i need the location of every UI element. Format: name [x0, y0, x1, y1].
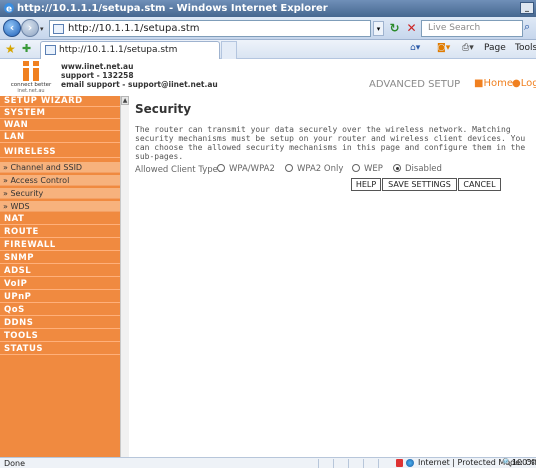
- status-segment: [318, 459, 332, 468]
- sidebar: SETUP WIZARD SYSTEM WAN LAN WIRELESS » C…: [0, 96, 120, 457]
- status-segment: [348, 459, 362, 468]
- status-segment: [333, 459, 347, 468]
- router-header: connect better inet.net.au www.iinet.net…: [0, 59, 536, 95]
- help-button[interactable]: HELP: [351, 178, 381, 191]
- tab-label: http://10.1.1.1/setupa.stm: [59, 45, 178, 55]
- new-tab-button[interactable]: [221, 41, 237, 59]
- sidebar-item-firewall[interactable]: FIREWALL: [0, 240, 120, 251]
- tab-page-icon: [45, 45, 56, 55]
- add-favorites-icon[interactable]: ✚: [22, 42, 31, 55]
- sidebar-item-nat[interactable]: NAT: [0, 214, 120, 225]
- ie-icon: e: [4, 3, 14, 15]
- sidebar-item-tools[interactable]: TOOLS: [0, 331, 120, 342]
- refresh-icon[interactable]: ↻: [387, 21, 402, 36]
- sidebar-item-qos[interactable]: QoS: [0, 305, 120, 316]
- address-bar: ‹ › ▾ http://10.1.1.1/setupa.stm ▾ ↻ ✕ L…: [0, 17, 536, 40]
- radio-wpa-wpa2[interactable]: WPA/WPA2: [217, 164, 275, 174]
- radio-wpa2-only-label: WPA2 Only: [297, 164, 344, 174]
- sidebar-item-system[interactable]: SYSTEM: [0, 108, 120, 119]
- allowed-client-type-label: Allowed Client Type:: [135, 165, 221, 175]
- search-icon[interactable]: ⌕: [524, 20, 536, 37]
- sidebar-subitem-access-control[interactable]: » Access Control: [0, 175, 120, 186]
- favorites-bar: ★ ✚ http://10.1.1.1/setupa.stm ⌂▾ ◙▾ ⎙▾ …: [0, 40, 536, 59]
- radio-wep-circle[interactable]: [352, 164, 360, 172]
- contact-site: www.iinet.net.au: [61, 62, 134, 71]
- iinet-logo-mark-icon: [21, 61, 41, 81]
- home-link-label: Home: [483, 78, 513, 89]
- logout-link[interactable]: ●Logout: [512, 78, 536, 89]
- radio-wpa2-only[interactable]: WPA2 Only: [285, 164, 343, 174]
- page-title: Security: [135, 102, 192, 116]
- url-dropdown-button[interactable]: ▾: [373, 21, 384, 36]
- sidebar-item-upnp[interactable]: UPnP: [0, 292, 120, 303]
- status-text: Done: [4, 459, 26, 468]
- home-link[interactable]: ■Home: [474, 78, 513, 89]
- feeds-icon[interactable]: ◙▾: [437, 43, 450, 53]
- minimize-button[interactable]: _: [520, 2, 534, 14]
- sidebar-item-adsl[interactable]: ADSL: [0, 266, 120, 277]
- window-title-bar: e http://10.1.1.1/setupa.stm - Windows I…: [0, 0, 536, 17]
- status-bar: Done Internet | Protected Mode: Off 🔍100…: [0, 457, 536, 468]
- status-segment: [363, 459, 377, 468]
- sidebar-subitem-security[interactable]: » Security: [0, 188, 120, 199]
- iinet-logo: connect better inet.net.au: [5, 61, 57, 95]
- contact-info: www.iinet.net.au support - 132258 email …: [61, 62, 218, 89]
- sidebar-item-setup-wizard[interactable]: SETUP WIZARD: [0, 96, 120, 107]
- cancel-button[interactable]: CANCEL: [458, 178, 501, 191]
- advanced-setup-label: ADVANCED SETUP: [369, 79, 461, 90]
- back-button[interactable]: ‹: [3, 19, 21, 37]
- history-dropdown-icon[interactable]: ▾: [40, 25, 44, 33]
- radio-wep[interactable]: WEP: [352, 164, 383, 174]
- contact-email: email support - support@iinet.net.au: [61, 80, 218, 89]
- status-segment: [378, 459, 392, 468]
- url-text: http://10.1.1.1/setupa.stm: [68, 23, 200, 34]
- content-scrollbar[interactable]: ▲: [120, 96, 129, 457]
- scroll-up-arrow-icon[interactable]: ▲: [121, 96, 129, 105]
- security-description: The router can transmit your data secure…: [135, 125, 526, 161]
- favorites-star-icon[interactable]: ★: [5, 42, 16, 56]
- sidebar-item-snmp[interactable]: SNMP: [0, 253, 120, 264]
- radio-wpa2-only-circle[interactable]: [285, 164, 293, 172]
- page-menu[interactable]: Page: [484, 43, 506, 53]
- radio-disabled-label: Disabled: [405, 164, 442, 174]
- internet-zone-icon: [406, 459, 414, 467]
- browser-tab[interactable]: http://10.1.1.1/setupa.stm: [40, 41, 220, 59]
- radio-wep-label: WEP: [364, 164, 383, 174]
- sidebar-item-wan[interactable]: WAN: [0, 120, 120, 131]
- logo-site: inet.net.au: [17, 88, 45, 94]
- forward-button[interactable]: ›: [21, 19, 39, 37]
- logout-link-label: Logout: [520, 78, 536, 89]
- contact-support: support - 132258: [61, 71, 134, 80]
- window-title: http://10.1.1.1/setupa.stm - Windows Int…: [17, 3, 328, 14]
- sidebar-subitem-wds[interactable]: » WDS: [0, 201, 120, 212]
- zoom-level[interactable]: 🔍100%: [502, 458, 535, 467]
- sidebar-item-status[interactable]: STATUS: [0, 344, 120, 355]
- tools-menu-label: Tools: [515, 43, 536, 53]
- url-input[interactable]: http://10.1.1.1/setupa.stm: [49, 20, 371, 37]
- forward-arrow-icon: ›: [27, 21, 33, 34]
- svg-text:e: e: [6, 5, 12, 15]
- home-icon[interactable]: ⌂▾: [410, 43, 420, 53]
- back-arrow-icon: ‹: [9, 21, 15, 34]
- sidebar-item-wireless[interactable]: WIRELESS: [0, 147, 120, 158]
- radio-wpa-wpa2-label: WPA/WPA2: [229, 164, 275, 174]
- sidebar-item-route[interactable]: ROUTE: [0, 227, 120, 238]
- main-content: Security The router can transmit your da…: [133, 96, 536, 457]
- sidebar-item-ddns[interactable]: DDNS: [0, 318, 120, 329]
- radio-disabled[interactable]: Disabled: [393, 164, 442, 174]
- radio-disabled-circle[interactable]: [393, 164, 401, 172]
- page-icon: [53, 24, 64, 34]
- protected-mode-icon[interactable]: [396, 459, 403, 467]
- sidebar-subitem-channel-ssid[interactable]: » Channel and SSID: [0, 162, 120, 173]
- print-icon[interactable]: ⎙▾: [462, 43, 474, 53]
- sidebar-item-voip[interactable]: VoIP: [0, 279, 120, 290]
- sidebar-item-lan[interactable]: LAN: [0, 132, 120, 143]
- radio-wpa-wpa2-circle[interactable]: [217, 164, 225, 172]
- zoom-level-value: 100%: [511, 458, 535, 467]
- save-settings-button[interactable]: SAVE SETTINGS: [382, 178, 457, 191]
- search-input[interactable]: Live Search: [421, 20, 523, 37]
- stop-icon[interactable]: ✕: [404, 21, 419, 36]
- page-menu-label: Page: [484, 43, 506, 53]
- tools-menu[interactable]: Tools: [515, 43, 536, 53]
